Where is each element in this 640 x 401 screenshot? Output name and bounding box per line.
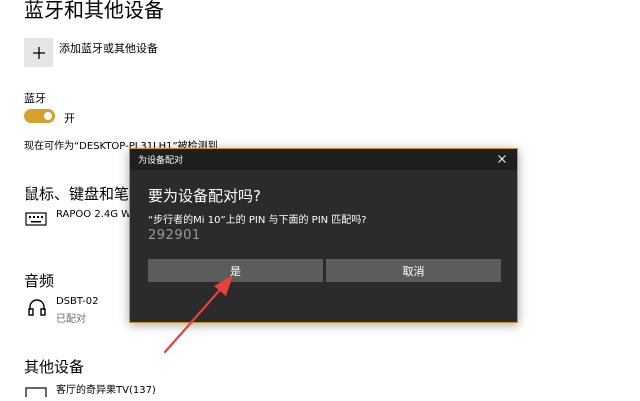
headphones-icon xyxy=(27,297,47,321)
toggle-knob xyxy=(44,112,52,120)
close-icon xyxy=(498,155,506,163)
yes-button[interactable]: 是 xyxy=(148,259,323,282)
dialog-titlebar: 为设备配对 xyxy=(130,149,517,170)
keyboard-icon xyxy=(25,211,47,230)
section-title-mouse-keyboard: 鼠标、键盘和笔 xyxy=(24,185,130,203)
page-title: 蓝牙和其他设备 xyxy=(24,0,164,22)
audio-device-status: 已配对 xyxy=(56,314,86,325)
dialog-heading: 要为设备配对吗? xyxy=(148,187,261,205)
cancel-button[interactable]: 取消 xyxy=(326,259,501,282)
bluetooth-toggle[interactable] xyxy=(24,109,55,123)
dialog-pin: 292901 xyxy=(148,228,201,243)
plus-icon xyxy=(32,46,45,59)
tv-icon xyxy=(25,382,47,401)
add-device-label[interactable]: 添加蓝牙或其他设备 xyxy=(59,40,158,56)
dialog-close-button[interactable] xyxy=(495,152,509,166)
audio-device-name[interactable]: DSBT-02 xyxy=(56,296,98,307)
section-title-other-devices: 其他设备 xyxy=(24,358,85,376)
add-device-button[interactable] xyxy=(24,38,53,67)
section-title-audio: 音频 xyxy=(24,272,55,290)
bluetooth-label: 蓝牙 xyxy=(24,92,46,105)
dialog-message: “步行者的Mi 10”上的 PIN 与下面的 PIN 匹配吗? xyxy=(148,215,367,226)
pairing-dialog: 为设备配对 要为设备配对吗? “步行者的Mi 10”上的 PIN 与下面的 PI… xyxy=(129,148,518,323)
bluetooth-toggle-state: 开 xyxy=(64,112,75,125)
dialog-title: 为设备配对 xyxy=(138,156,184,166)
keyboard-device-name[interactable]: RAPOO 2.4G Wir xyxy=(56,209,138,220)
